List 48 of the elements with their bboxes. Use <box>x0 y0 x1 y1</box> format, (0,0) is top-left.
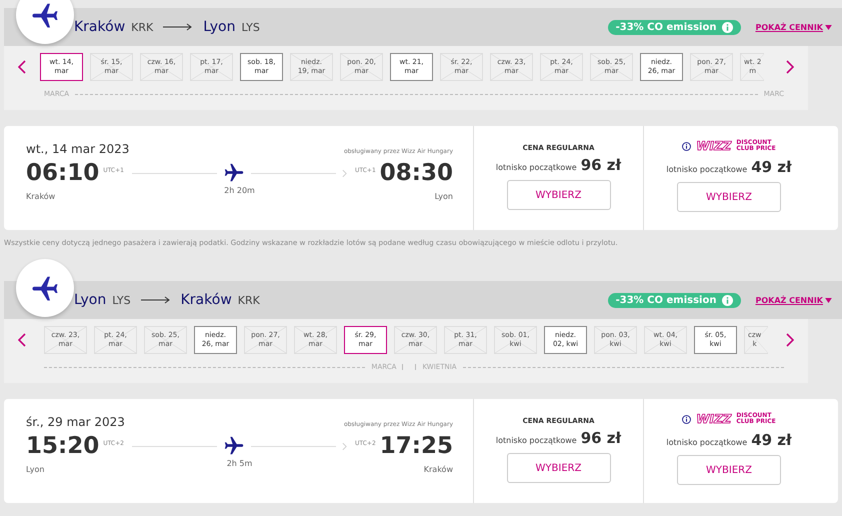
flight-date: wt., 14 mar 2023 <box>26 142 130 156</box>
destination-code: LYS <box>241 20 260 34</box>
fare-price: 49 zł <box>751 158 792 176</box>
select-button[interactable]: WYBIERZ <box>677 455 781 485</box>
select-button[interactable]: WYBIERZ <box>677 182 781 212</box>
info-icon[interactable] <box>682 414 692 424</box>
origin-city: Lyon <box>74 292 106 308</box>
destination-city: Kraków <box>180 292 232 308</box>
arrival-time: 17:25 <box>380 433 453 459</box>
fare-label: lotnisko początkowe <box>496 163 577 172</box>
price-list-link[interactable]: POKAŻ CENNIK <box>755 22 832 32</box>
chevron-icon <box>342 442 348 450</box>
airplane-icon <box>223 162 245 184</box>
flight-date: śr., 29 mar 2023 <box>26 415 125 429</box>
fare-label: lotnisko początkowe <box>666 165 748 174</box>
price-list-link[interactable]: POKAŻ CENNIK <box>755 296 832 304</box>
airplane-icon <box>223 435 245 457</box>
destination-code: KRK <box>238 294 260 306</box>
club-logo-text: WIZZ <box>696 139 732 153</box>
select-button[interactable]: WYBIERZ <box>506 453 610 483</box>
arrow-icon <box>140 296 171 304</box>
fare-price: 96 zł <box>580 429 622 447</box>
fare-price: 49 zł <box>751 431 792 449</box>
fare-price: 96 zł <box>580 156 622 174</box>
fare-label: lotnisko początkowe <box>666 438 748 447</box>
caret-icon <box>825 298 832 302</box>
fare-label: lotnisko początkowe <box>496 436 577 445</box>
arrow-icon <box>163 23 194 31</box>
departure-city: Lyon <box>26 465 44 474</box>
chevron-icon <box>342 168 348 178</box>
destination-city: Lyon <box>203 19 236 35</box>
departure-time: 06:10 <box>26 160 100 186</box>
emission-text: -33% CO emission <box>616 22 716 32</box>
emission-text: -33% CO emission <box>616 294 716 306</box>
arrival-city: Lyon <box>434 192 453 201</box>
select-button[interactable]: WYBIERZ <box>506 180 610 210</box>
caret-icon <box>825 24 832 30</box>
flight-duration: 2h 5m <box>226 459 252 468</box>
departure-city: Kraków <box>26 192 56 201</box>
origin-city: Kraków <box>74 19 126 35</box>
info-icon[interactable] <box>682 142 692 150</box>
arrival-time: 08:30 <box>380 160 453 186</box>
flight-duration: 2h 20m <box>224 186 255 195</box>
club-logo-text: WIZZ <box>696 412 732 426</box>
arrival-city: Kraków <box>424 465 453 474</box>
origin-code: LYS <box>112 294 131 306</box>
departure-time: 15:20 <box>26 433 100 459</box>
origin-code: KRK <box>131 20 154 34</box>
